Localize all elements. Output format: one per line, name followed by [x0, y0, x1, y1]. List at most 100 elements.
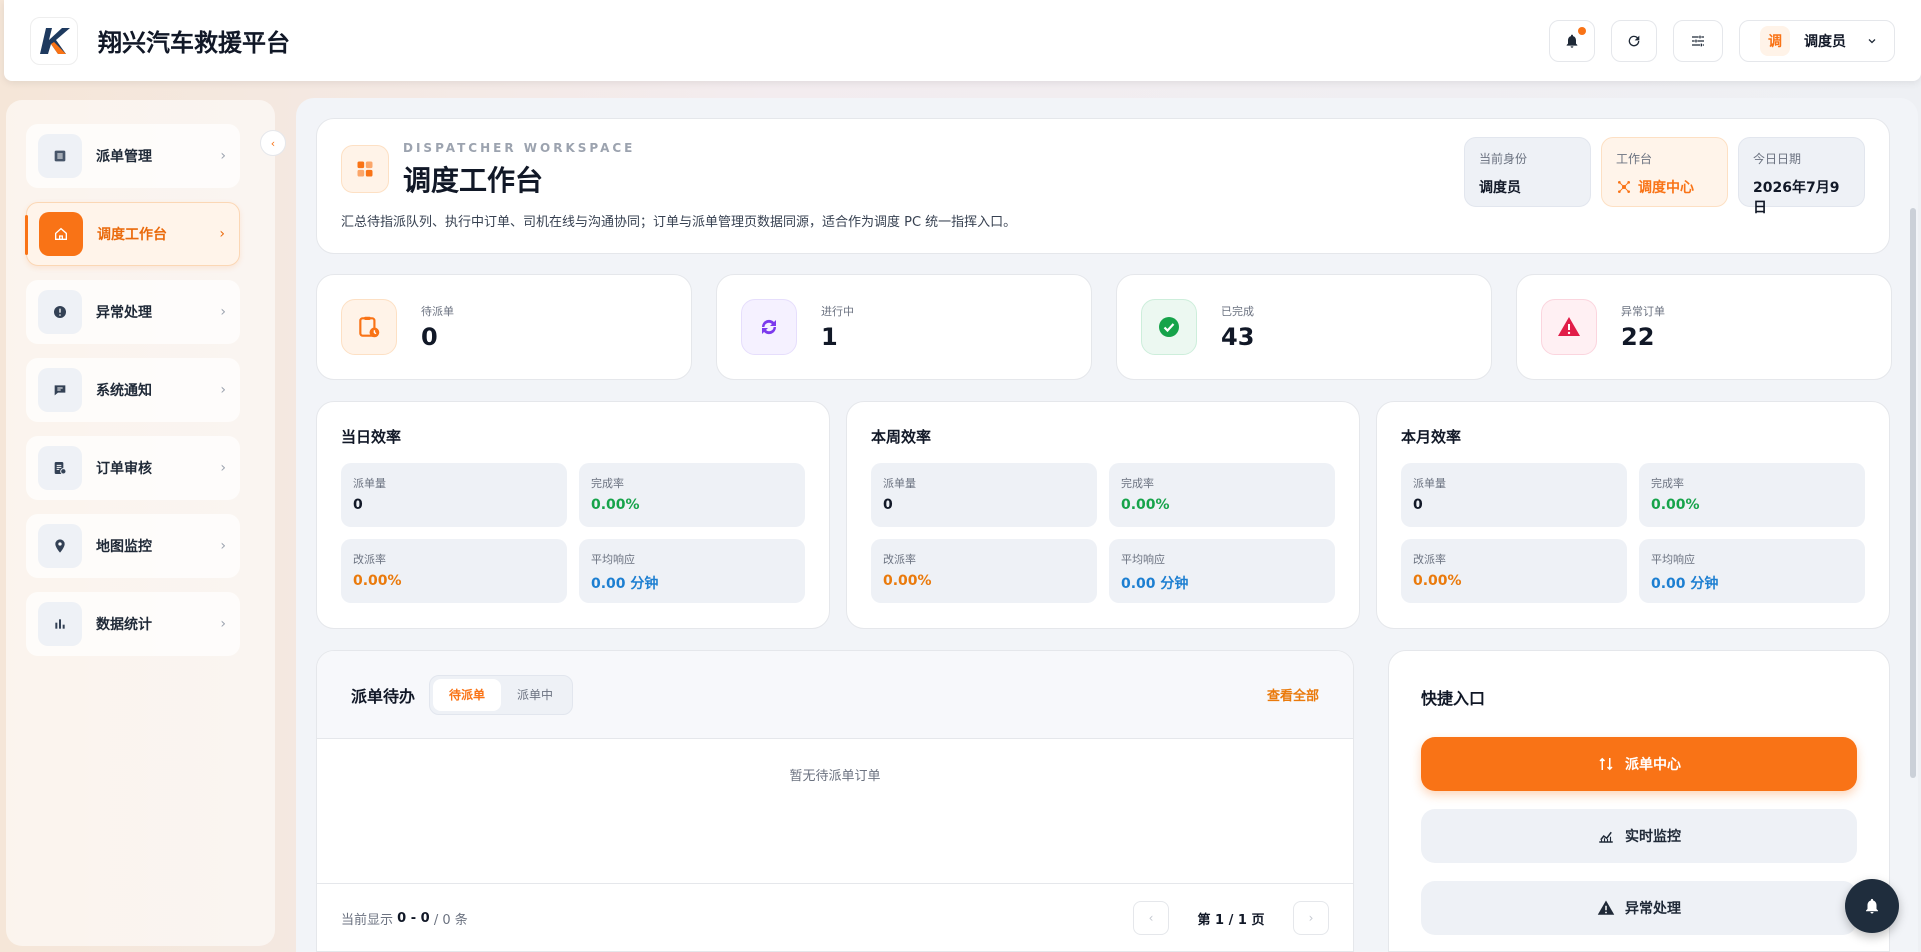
stat-card-pending[interactable]: 待派单 0 [316, 274, 692, 380]
alert-icon [38, 290, 82, 334]
location-icon [38, 524, 82, 568]
sync-icon [741, 299, 797, 355]
scrollbar[interactable] [1910, 208, 1916, 778]
chevron-left-icon: ‹ [270, 136, 276, 150]
app-logo[interactable] [30, 16, 78, 65]
metric-label: 平均响应 [1651, 553, 1695, 566]
efficiency-card-month: 本月效率 派单量 0 完成率 0.00% 改派率 0.00% 平均响应 0.00 分钟 [1376, 401, 1890, 629]
metric-label: 完成率 [1651, 477, 1684, 490]
tab-pending[interactable]: 待派单 [433, 678, 502, 711]
floating-notification-button[interactable] [1845, 879, 1899, 933]
button-label: 派单中心 [1625, 757, 1681, 773]
sidebar-item-system-notice[interactable]: 系统通知 › [26, 358, 240, 422]
metric-avg-response: 0.00 分钟 [591, 576, 659, 592]
warning-icon [1597, 900, 1615, 915]
metric-avg-response: 0.00 分钟 [1121, 576, 1189, 592]
stat-value: 22 [1621, 323, 1655, 351]
metric-avg-response: 0.00 分钟 [1651, 576, 1719, 592]
trend-icon [1599, 831, 1613, 843]
settings-button[interactable] [1673, 19, 1723, 62]
chevron-right-icon: › [220, 538, 226, 554]
metric-label: 完成率 [1121, 477, 1154, 490]
stat-card-completed[interactable]: 已完成 43 [1116, 274, 1492, 380]
sidebar-item-map-monitor[interactable]: 地图监控 › [26, 514, 240, 578]
user-menu[interactable]: 调 调度员 [1739, 19, 1895, 62]
tile-label: 当前身份 [1479, 152, 1528, 166]
identity-tile: 当前身份 调度员 [1464, 137, 1591, 207]
panel-title: 快捷入口 [1421, 689, 1486, 708]
next-page-button[interactable]: › [1293, 901, 1329, 935]
chevron-down-icon [1868, 38, 1876, 43]
clipboard-clock-icon [341, 299, 397, 355]
efficiency-title: 本周效率 [871, 428, 932, 446]
button-label: 异常处理 [1625, 901, 1681, 917]
metric-dispatch-count: 0 [883, 497, 893, 513]
sidebar-collapse-button[interactable]: ‹ [260, 130, 286, 156]
chevron-right-icon: › [220, 616, 226, 632]
top-bar: 翔兴汽车救援平台 调 调度员 [4, 0, 1921, 81]
app-title: 翔兴汽车救援平台 [98, 29, 290, 57]
page-eyebrow: DISPATCHER WORKSPACE [403, 141, 636, 155]
swap-vertical-icon [1599, 757, 1613, 771]
tab-dispatching[interactable]: 派单中 [501, 679, 569, 711]
metric-label: 派单量 [1413, 477, 1446, 490]
sidebar-item-label: 异常处理 [96, 305, 152, 321]
dispatch-todo-panel: 派单待办 待派单 派单中 查看全部 暂无待派单订单 当前显示 0 - 0 / 0… [316, 650, 1354, 952]
showing-range: 0 - 0 [397, 910, 430, 926]
review-icon [38, 446, 82, 490]
metric-label: 改派率 [353, 553, 386, 566]
metric-reassign-rate: 0.00% [1413, 573, 1462, 589]
total-count: / 0 条 [433, 912, 468, 928]
stat-card-exception[interactable]: 异常订单 22 [1516, 274, 1892, 380]
stat-label: 异常订单 [1621, 305, 1665, 318]
view-all-link[interactable]: 查看全部 [1267, 685, 1319, 704]
metric-completion-rate: 0.00% [591, 497, 640, 513]
chevron-right-icon: › [220, 148, 226, 164]
sidebar-item-label: 数据统计 [96, 617, 152, 633]
prev-page-button[interactable]: ‹ [1133, 901, 1169, 935]
efficiency-card-day: 当日效率 派单量 0 完成率 0.00% 改派率 0.00% 平均响应 0.00 分钟 [316, 401, 830, 629]
sidebar-item-dispatch-workbench[interactable]: 调度工作台 › [25, 202, 240, 266]
metric-label: 派单量 [353, 477, 386, 490]
metric-dispatch-count: 0 [353, 497, 363, 513]
workbench-tile: 工作台 调度中心 [1601, 137, 1728, 207]
exception-handling-button[interactable]: 异常处理 [1421, 881, 1857, 935]
chevron-right-icon: › [220, 382, 226, 398]
metric-reassign-rate: 0.00% [883, 573, 932, 589]
chevron-left-icon: ‹ [1148, 911, 1154, 925]
sidebar-item-order-review[interactable]: 订单审核 › [26, 436, 240, 500]
sliders-icon [1692, 35, 1704, 46]
sidebar: 派单管理 › 调度工作台 › 异常处理 › 系统通知 › 订单审核 › 地图监控 [6, 100, 275, 946]
tile-label: 今日日期 [1753, 152, 1802, 166]
stat-value: 1 [821, 323, 838, 351]
refresh-button[interactable] [1611, 19, 1657, 62]
notification-button[interactable] [1549, 19, 1595, 62]
bell-icon [1566, 34, 1578, 48]
warning-icon [1541, 299, 1597, 355]
sidebar-item-dispatch-management[interactable]: 派单管理 › [26, 124, 240, 188]
check-circle-icon [1141, 299, 1197, 355]
metric-completion-rate: 0.00% [1651, 497, 1700, 513]
avatar: 调 [1760, 25, 1790, 56]
sidebar-item-label: 系统通知 [96, 383, 152, 399]
pagination: ‹ 第 1 / 1 页 › [1133, 901, 1329, 935]
date-tile: 今日日期 2026年7月9日 [1738, 137, 1865, 216]
hub-icon [1618, 181, 1630, 193]
efficiency-card-week: 本周效率 派单量 0 完成率 0.00% 改派率 0.00% 平均响应 0.00 分钟 [846, 401, 1360, 629]
sidebar-item-label: 调度工作台 [97, 227, 167, 243]
realtime-monitor-button[interactable]: 实时监控 [1421, 809, 1857, 863]
sidebar-item-data-statistics[interactable]: 数据统计 › [26, 592, 240, 656]
stat-card-in-progress[interactable]: 进行中 1 [716, 274, 1092, 380]
metric-dispatch-count: 0 [1413, 497, 1423, 513]
notice-icon [38, 368, 82, 412]
sidebar-item-label: 地图监控 [96, 539, 152, 555]
notification-badge [1578, 26, 1586, 35]
dispatch-center-button[interactable]: 派单中心 [1421, 737, 1857, 791]
sidebar-item-exception-handling[interactable]: 异常处理 › [26, 280, 240, 344]
sidebar-item-label: 订单审核 [96, 461, 152, 477]
efficiency-title: 本月效率 [1401, 428, 1462, 446]
tile-label: 工作台 [1616, 152, 1653, 166]
chevron-right-icon: › [1308, 911, 1314, 925]
metric-label: 平均响应 [591, 553, 635, 566]
sidebar-item-label: 派单管理 [96, 149, 152, 165]
